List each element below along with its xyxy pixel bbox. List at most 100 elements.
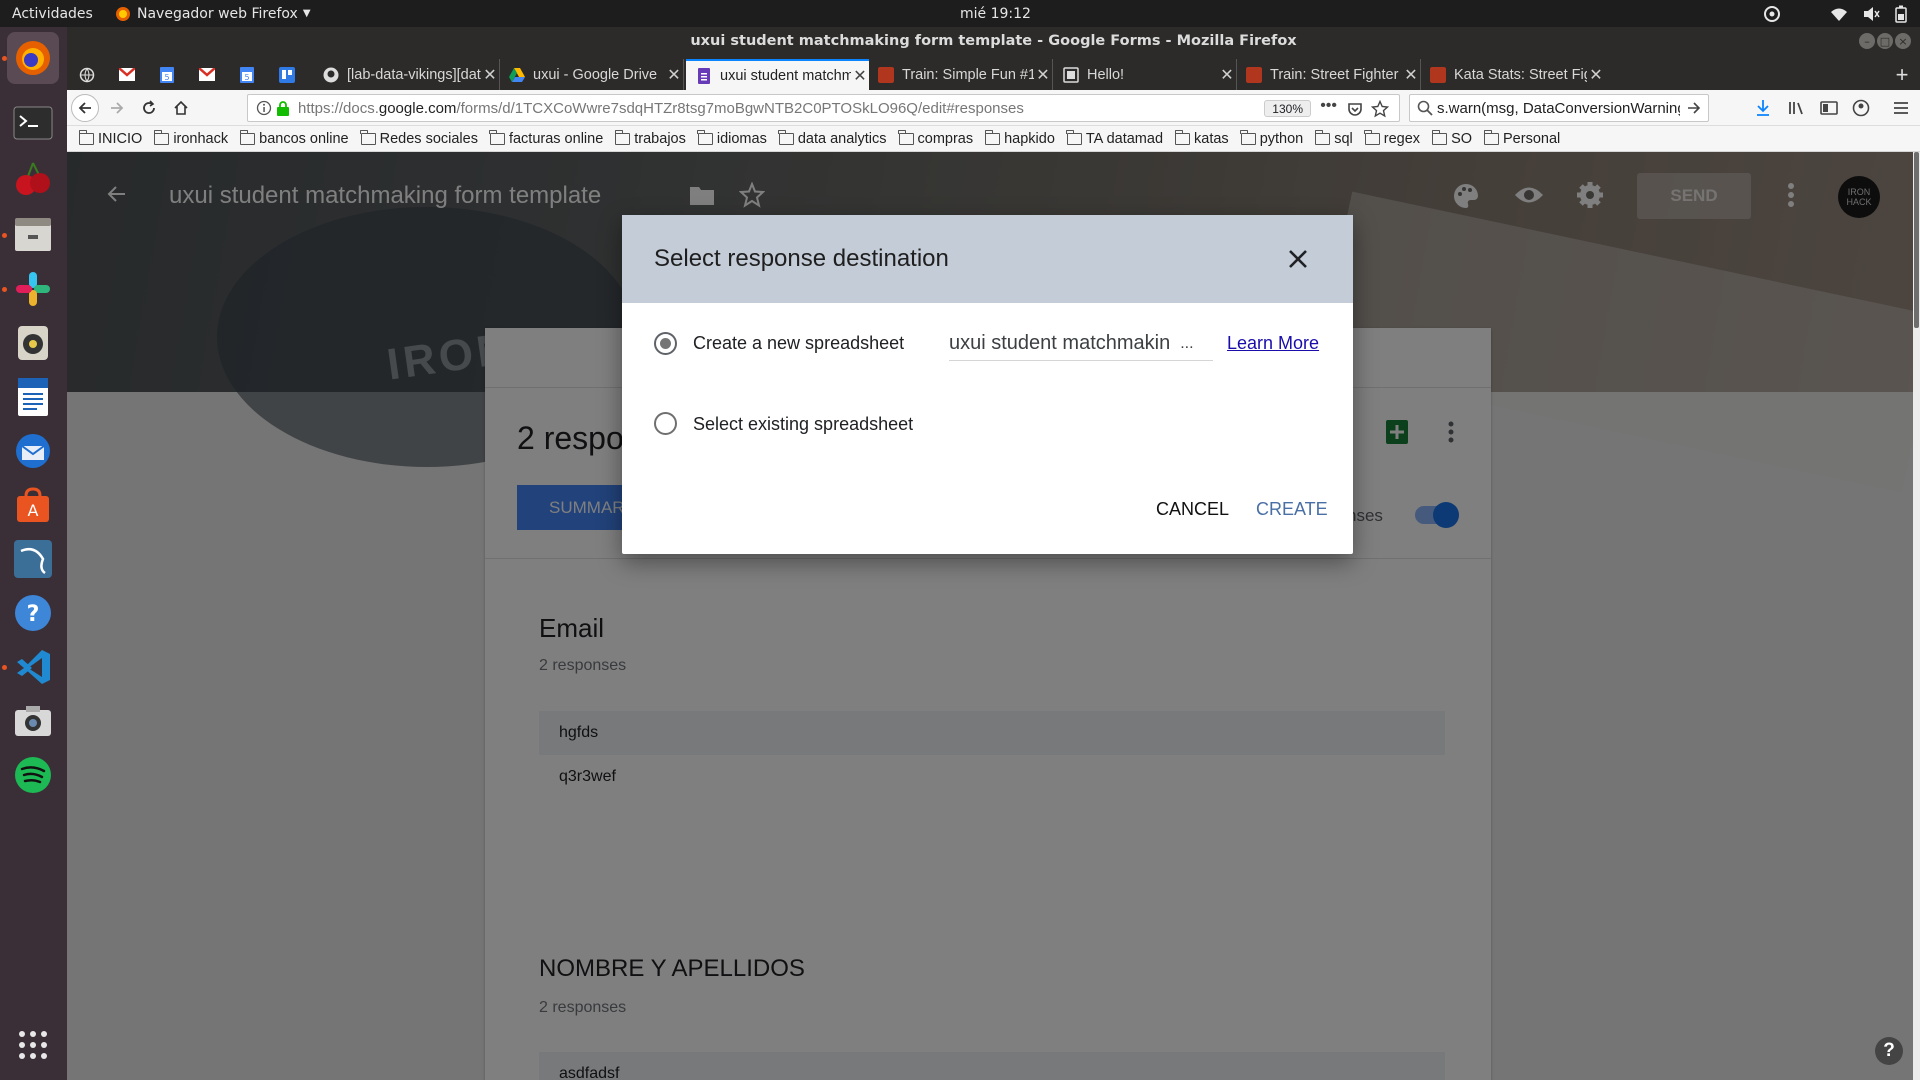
close-tab-icon[interactable]: ✕ — [1218, 65, 1236, 85]
url-bar[interactable]: https://docs.google.com/forms/d/1TCXCoWw… — [247, 94, 1400, 122]
bookmark-label: idiomas — [716, 130, 767, 147]
zoom-indicator[interactable]: 130% — [1264, 100, 1311, 117]
close-tab-icon[interactable]: ✕ — [1034, 65, 1052, 85]
bookmark-folder[interactable]: Personal — [1483, 129, 1560, 147]
sidebar-button[interactable] — [1815, 94, 1843, 122]
dock-help[interactable]: ? — [7, 587, 59, 639]
option-select-existing-label[interactable]: Select existing spreadsheet — [693, 414, 913, 435]
pinned-tab-4[interactable] — [187, 59, 227, 90]
create-button[interactable]: CREATE — [1256, 499, 1328, 520]
bookmark-folder[interactable]: facturas online — [489, 129, 603, 147]
bookmark-folder[interactable]: compras — [898, 129, 973, 147]
library-button[interactable] — [1783, 94, 1811, 122]
close-tab-icon[interactable]: ✕ — [665, 65, 683, 85]
pinned-tab-3[interactable]: 5 — [147, 59, 187, 90]
bookmark-folder[interactable]: INICIO — [78, 129, 142, 147]
tab-5[interactable]: Hello! ✕ — [1055, 59, 1237, 90]
dock-writer[interactable] — [7, 371, 59, 423]
pinned-tab-1[interactable] — [67, 59, 107, 90]
back-button[interactable] — [71, 94, 99, 122]
menu-button[interactable] — [1887, 94, 1915, 122]
activities-button[interactable]: Actividades — [12, 0, 93, 27]
search-bar[interactable]: s.warn(msg, DataConversionWarning) — [1409, 94, 1709, 122]
bookmark-folder[interactable]: TA datamad — [1066, 129, 1163, 147]
dock-spotify[interactable] — [7, 749, 59, 801]
help-icon[interactable]: ? — [1875, 1037, 1903, 1065]
arrow-right-icon[interactable] — [1686, 100, 1702, 116]
dock-thunderbird[interactable] — [7, 425, 59, 477]
dock-vscode[interactable] — [7, 641, 59, 693]
bookmark-star-icon[interactable] — [1371, 100, 1389, 118]
home-button[interactable] — [167, 94, 195, 122]
bookmark-folder[interactable]: trabajos — [614, 129, 686, 147]
dock-software[interactable]: A — [7, 479, 59, 531]
system-tray[interactable]: ▼ — [1762, 0, 1920, 27]
close-tab-icon[interactable]: ✕ — [481, 65, 499, 85]
scrollbar-thumb[interactable] — [1914, 152, 1919, 328]
minimize-button[interactable]: – — [1859, 33, 1875, 49]
ubuntu-dock: A ? — [0, 27, 67, 1080]
dock-rhythmbox[interactable] — [7, 317, 59, 369]
codewars-icon — [878, 66, 894, 83]
page-actions-icon[interactable]: ••• — [1320, 97, 1337, 115]
new-tab-button[interactable]: + — [1887, 59, 1917, 90]
cancel-button[interactable]: CANCEL — [1156, 499, 1229, 520]
learn-more-link[interactable]: Learn More — [1227, 333, 1319, 354]
close-dialog-button[interactable] — [1287, 248, 1309, 270]
maximize-button[interactable]: □ — [1877, 33, 1893, 49]
sidebar-icon — [1820, 101, 1838, 115]
dock-terminal[interactable] — [7, 97, 59, 149]
forward-button[interactable] — [103, 94, 131, 122]
dock-cherrytree[interactable] — [7, 153, 59, 205]
bookmark-folder[interactable]: sql — [1314, 129, 1353, 147]
dock-slack[interactable] — [7, 263, 59, 315]
radio-create-new[interactable] — [654, 332, 677, 355]
bookmark-folder[interactable]: bancos online — [239, 129, 349, 147]
tab-1[interactable]: [lab-data-vikings][datam ✕ — [315, 59, 500, 90]
bookmark-folder[interactable]: SO — [1431, 129, 1472, 147]
bookmark-folder[interactable]: hapkido — [984, 129, 1055, 147]
dock-camera[interactable] — [7, 695, 59, 747]
option-create-new-label[interactable]: Create a new spreadsheet — [693, 333, 904, 354]
tab-4[interactable]: Train: Simple Fun #142: I ✕ — [870, 59, 1053, 90]
accessibility-icon — [1764, 5, 1780, 22]
dock-show-apps[interactable] — [7, 1019, 59, 1071]
dock-files[interactable] — [7, 209, 59, 261]
tab-7[interactable]: Kata Stats: Street Fighte ✕ — [1422, 59, 1605, 90]
downloads-button[interactable] — [1749, 94, 1777, 122]
plus-icon: + — [1895, 61, 1909, 87]
bookmark-folder[interactable]: regex — [1364, 129, 1420, 147]
close-tab-icon[interactable]: ✕ — [851, 66, 869, 86]
spreadsheet-name-value: uxui student matchmakin — [949, 332, 1171, 354]
pinned-tab-2[interactable] — [107, 59, 147, 90]
dock-firefox[interactable] — [7, 32, 59, 84]
bookmark-folder[interactable]: katas — [1174, 129, 1229, 147]
page-scrollbar[interactable] — [1913, 152, 1920, 1080]
pocket-icon[interactable] — [1347, 101, 1363, 117]
spreadsheet-name-ellipsis: ... — [1180, 334, 1194, 352]
tab-6[interactable]: Train: Street Fighter 2 - C ✕ — [1238, 59, 1421, 90]
bookmark-folder[interactable]: idiomas — [697, 129, 767, 147]
radio-select-existing[interactable] — [654, 412, 677, 435]
close-tab-icon[interactable]: ✕ — [1587, 65, 1605, 85]
camera-icon — [15, 706, 51, 736]
app-menu[interactable]: Navegador web Firefox ▼ — [115, 0, 311, 27]
close-window-button[interactable]: × — [1895, 33, 1911, 49]
reload-button[interactable] — [135, 94, 163, 122]
dock-mysql-workbench[interactable] — [7, 533, 59, 585]
pinned-tab-6[interactable] — [267, 59, 307, 90]
folder-icon — [898, 129, 914, 145]
battery-icon — [1895, 5, 1907, 23]
tab-3-active[interactable]: uxui student matchmaki ✕ — [686, 59, 869, 90]
pinned-tab-5[interactable]: 5 — [227, 59, 267, 90]
folder-icon — [1314, 129, 1331, 145]
bookmark-folder[interactable]: Redes sociales — [360, 129, 478, 147]
clock[interactable]: mié 19:12 — [960, 0, 1031, 27]
bookmark-folder[interactable]: data analytics — [778, 129, 887, 147]
close-tab-icon[interactable]: ✕ — [1402, 65, 1420, 85]
account-button[interactable] — [1847, 94, 1875, 122]
spreadsheet-name-field[interactable]: uxui student matchmakin ... — [949, 327, 1213, 361]
bookmark-folder[interactable]: python — [1240, 129, 1303, 147]
bookmark-folder[interactable]: ironhack — [153, 129, 228, 147]
tab-2[interactable]: uxui - Google Drive ✕ — [501, 59, 684, 90]
